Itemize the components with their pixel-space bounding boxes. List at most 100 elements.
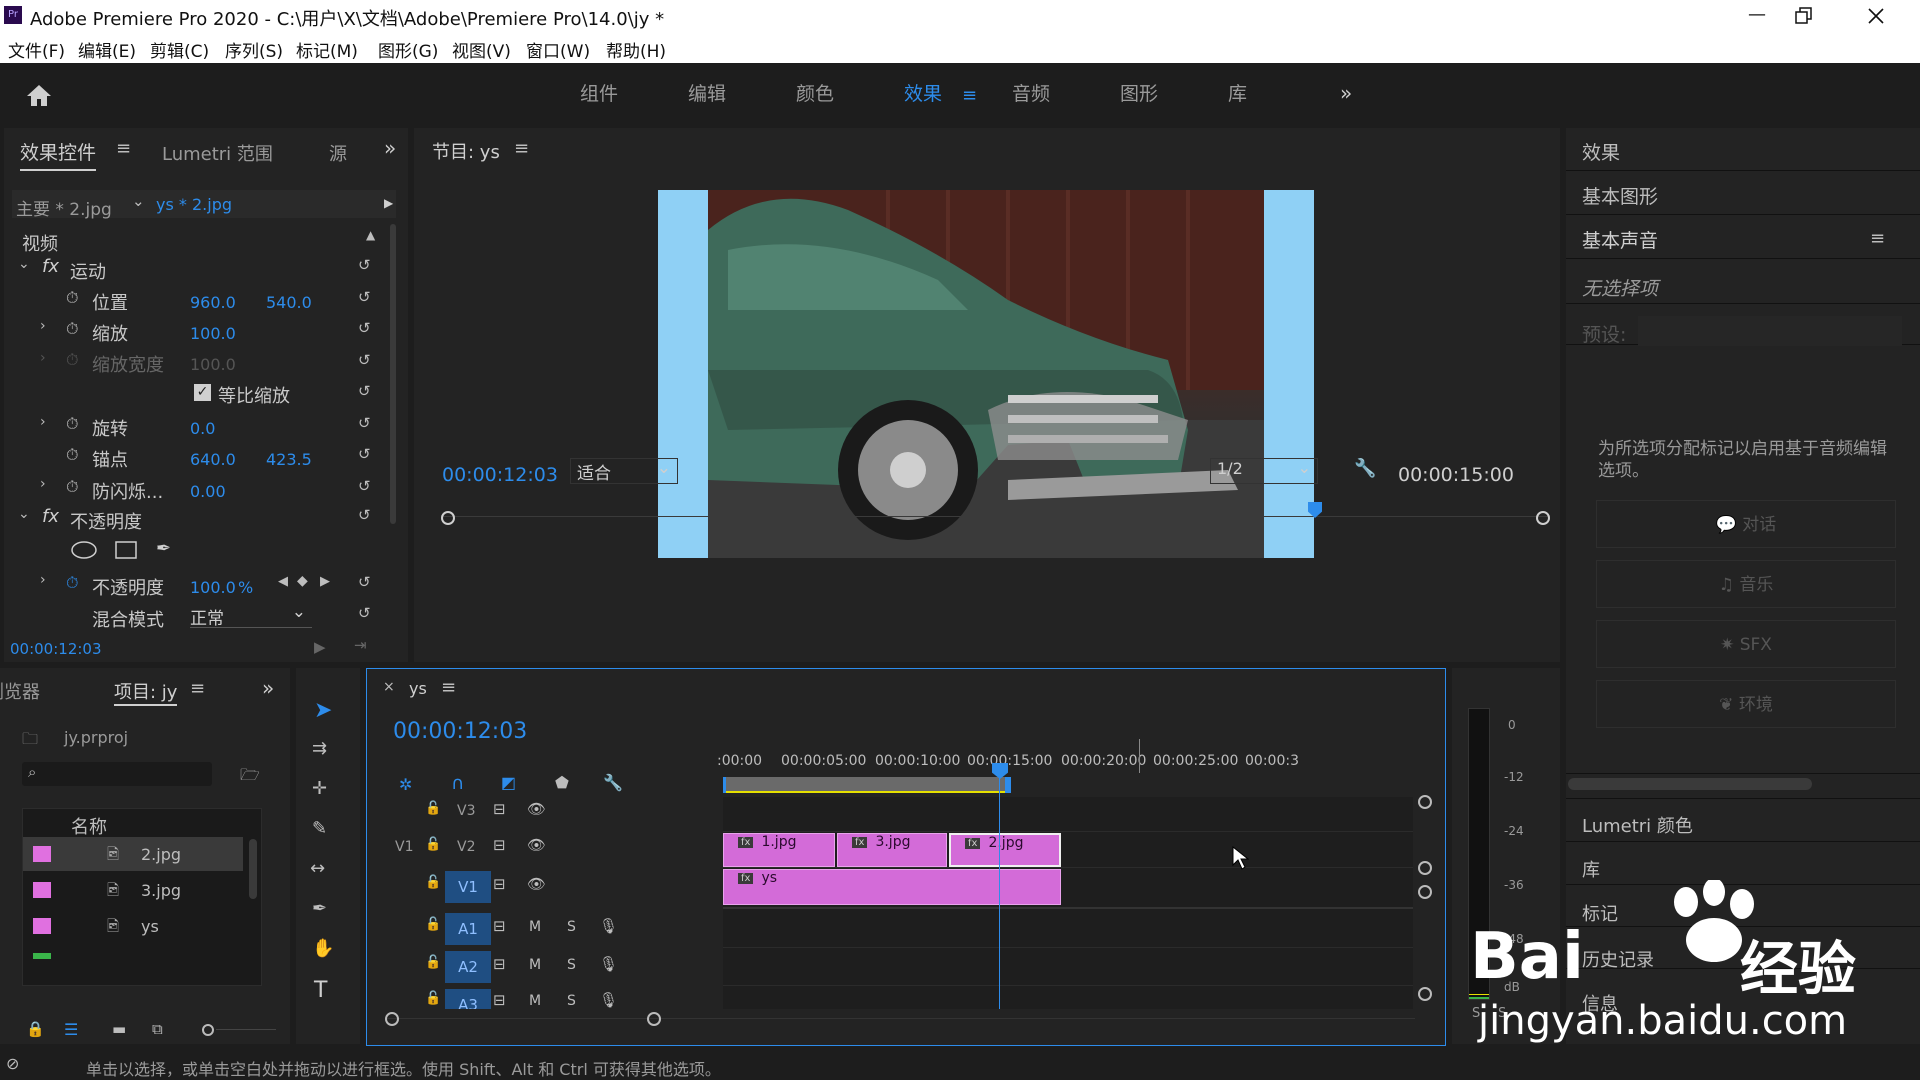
pen-mask-icon[interactable]: ✒ [156,538,171,559]
workspace-tab-libraries[interactable]: 库 [1228,63,1247,125]
restore-icon[interactable] [1794,6,1814,26]
menu-graphics[interactable]: 图形(G) [378,37,438,62]
track-select-tool-icon[interactable]: ⇉ [312,738,327,759]
more-workspaces-icon[interactable]: » [1340,81,1352,105]
ellipse-mask-icon[interactable] [70,540,98,560]
tab-project[interactable]: 项目: jy [114,678,178,706]
label-color-swatch[interactable] [33,882,51,898]
wrench-icon[interactable]: 🔧 [603,773,623,792]
close-tab-icon[interactable]: × [383,679,395,695]
chevron-right-icon[interactable]: › [40,572,46,588]
lock-icon[interactable]: 🔓 [425,955,441,970]
program-scrubber[interactable] [441,502,1550,528]
list-item[interactable]: 🖻 ys [23,909,243,943]
mute-button[interactable]: M [529,993,541,1009]
razor-tool-icon[interactable]: ✎ [312,818,327,839]
type-tool-icon[interactable]: T [314,978,327,1003]
program-timecode[interactable]: 00:00:12:03 [442,464,558,486]
reset-icon[interactable]: ↺ [358,288,378,308]
reset-icon[interactable]: ↺ [358,319,378,339]
workspace-tab-color[interactable]: 颜色 [796,63,834,125]
workspace-tab-graphics[interactable]: 图形 [1120,63,1158,125]
solo-button[interactable]: S [567,993,576,1009]
keyframe-add-icon[interactable]: ◆ [297,573,308,589]
new-bin-icon[interactable]: 🗁 [240,764,260,791]
expand-panels-icon[interactable]: » [262,676,274,700]
reset-icon[interactable]: ↺ [358,506,378,526]
lock-icon[interactable]: 🔓 [425,875,441,890]
anchor-y-value[interactable]: 423.5 [266,450,312,469]
clip[interactable]: fx ys [723,869,1061,905]
chevron-down-icon[interactable]: ⌄ [18,256,30,272]
lock-icon[interactable]: 🔓 [425,917,441,932]
chevron-right-icon[interactable]: › [40,318,46,334]
menu-help[interactable]: 帮助(H) [606,37,666,62]
panel-menu-icon[interactable]: ≡ [441,677,456,698]
list-view-icon[interactable]: ☰ [64,1020,78,1039]
track-target-v1[interactable]: V1 [445,871,491,903]
menu-file[interactable]: 文件(F) [8,37,65,62]
wrench-icon[interactable]: 🔧 [1354,458,1376,479]
panel-menu-icon[interactable]: ≡ [116,138,131,159]
sync-lock-icon[interactable]: ⊟ [493,836,506,854]
effects-panel-header[interactable]: 效果 [1582,138,1620,165]
label-color-swatch[interactable] [33,953,51,959]
effect-controls-timecode[interactable]: 00:00:12:03 [10,640,102,658]
essential-sound-header[interactable]: 基本声音 [1582,226,1658,253]
lock-icon[interactable]: 🔒 [26,1020,45,1038]
panel-menu-icon[interactable]: ≡ [190,678,205,699]
close-icon[interactable] [1866,6,1886,26]
pen-tool-icon[interactable]: ✒ [312,898,327,919]
chevron-right-icon[interactable]: › [40,350,46,366]
eye-icon[interactable]: 👁 [527,875,546,893]
chevron-right-icon[interactable]: › [40,476,46,492]
lock-icon[interactable]: 🔓 [425,837,441,852]
reset-icon[interactable]: ↺ [358,445,378,465]
source-track-label[interactable]: V1 [395,839,413,855]
clip[interactable]: fx 1.jpg [723,833,835,867]
list-item[interactable]: 🖻 3.jpg [23,873,243,907]
libraries-header[interactable]: 库 [1582,856,1600,882]
stopwatch-icon[interactable]: ⏱ [66,319,78,339]
search-input[interactable]: ⌕ [22,762,212,786]
freeform-view-icon[interactable]: ⧉ [152,1020,163,1038]
play-triangle-icon[interactable]: ▶ [384,196,393,210]
fx-icon[interactable]: fx [42,256,59,277]
mute-button[interactable]: M [529,957,541,973]
tab-effect-controls[interactable]: 效果控件 [20,138,97,171]
track-name[interactable]: V3 [457,803,475,819]
reset-icon[interactable]: ↺ [358,414,378,434]
scrollbar[interactable] [249,839,257,899]
fit-dropdown[interactable]: 适合 ⌄ [570,458,678,484]
stopwatch-icon[interactable]: ⏱ [66,414,78,434]
anti-flicker-value[interactable]: 0.00 [190,482,226,501]
add-marker-icon[interactable]: ⬟ [555,773,569,792]
reset-icon[interactable]: ↺ [358,256,378,276]
snap-icon[interactable]: ✲ [399,775,412,794]
blend-mode-dropdown[interactable]: 正常 ⌄ [190,602,312,629]
minimize-icon[interactable]: — [1737,0,1777,33]
scrollbar[interactable] [1568,778,1812,790]
stopwatch-icon[interactable]: ⏱ [66,445,78,465]
selection-tool-icon[interactable]: ➤ [314,698,332,723]
lumetri-color-header[interactable]: Lumetri 颜色 [1582,812,1693,838]
keyframe-next-icon[interactable]: ▶ [320,574,330,589]
sync-lock-icon[interactable]: ⊟ [493,955,506,973]
sync-lock-icon[interactable]: ⊟ [493,875,506,893]
tab-media-browser[interactable]: 浏览器 [0,678,40,704]
menu-view[interactable]: 视图(V) [452,37,511,62]
hand-tool-icon[interactable]: ✋ [312,938,334,959]
position-x-value[interactable]: 960.0 [190,293,236,312]
timeline-tab[interactable]: ys [409,679,427,698]
menu-window[interactable]: 窗口(W) [526,37,590,62]
rectangle-mask-icon[interactable] [114,540,138,560]
sequence-clip-label[interactable]: ys * 2.jpg [156,195,232,214]
play-audio-icon[interactable]: ▶ [314,638,326,656]
fx-icon[interactable]: fx [42,506,59,527]
rotation-value[interactable]: 0.0 [190,419,215,438]
time-ruler[interactable]: :00:00 00:00:05:00 00:00:10:00 00:00:15:… [717,739,1419,773]
scale-value[interactable]: 100.0 [190,324,236,343]
track-target-a1[interactable]: A1 [445,913,491,945]
track-name[interactable]: V2 [457,839,475,855]
lock-icon[interactable]: 🔓 [425,801,441,816]
